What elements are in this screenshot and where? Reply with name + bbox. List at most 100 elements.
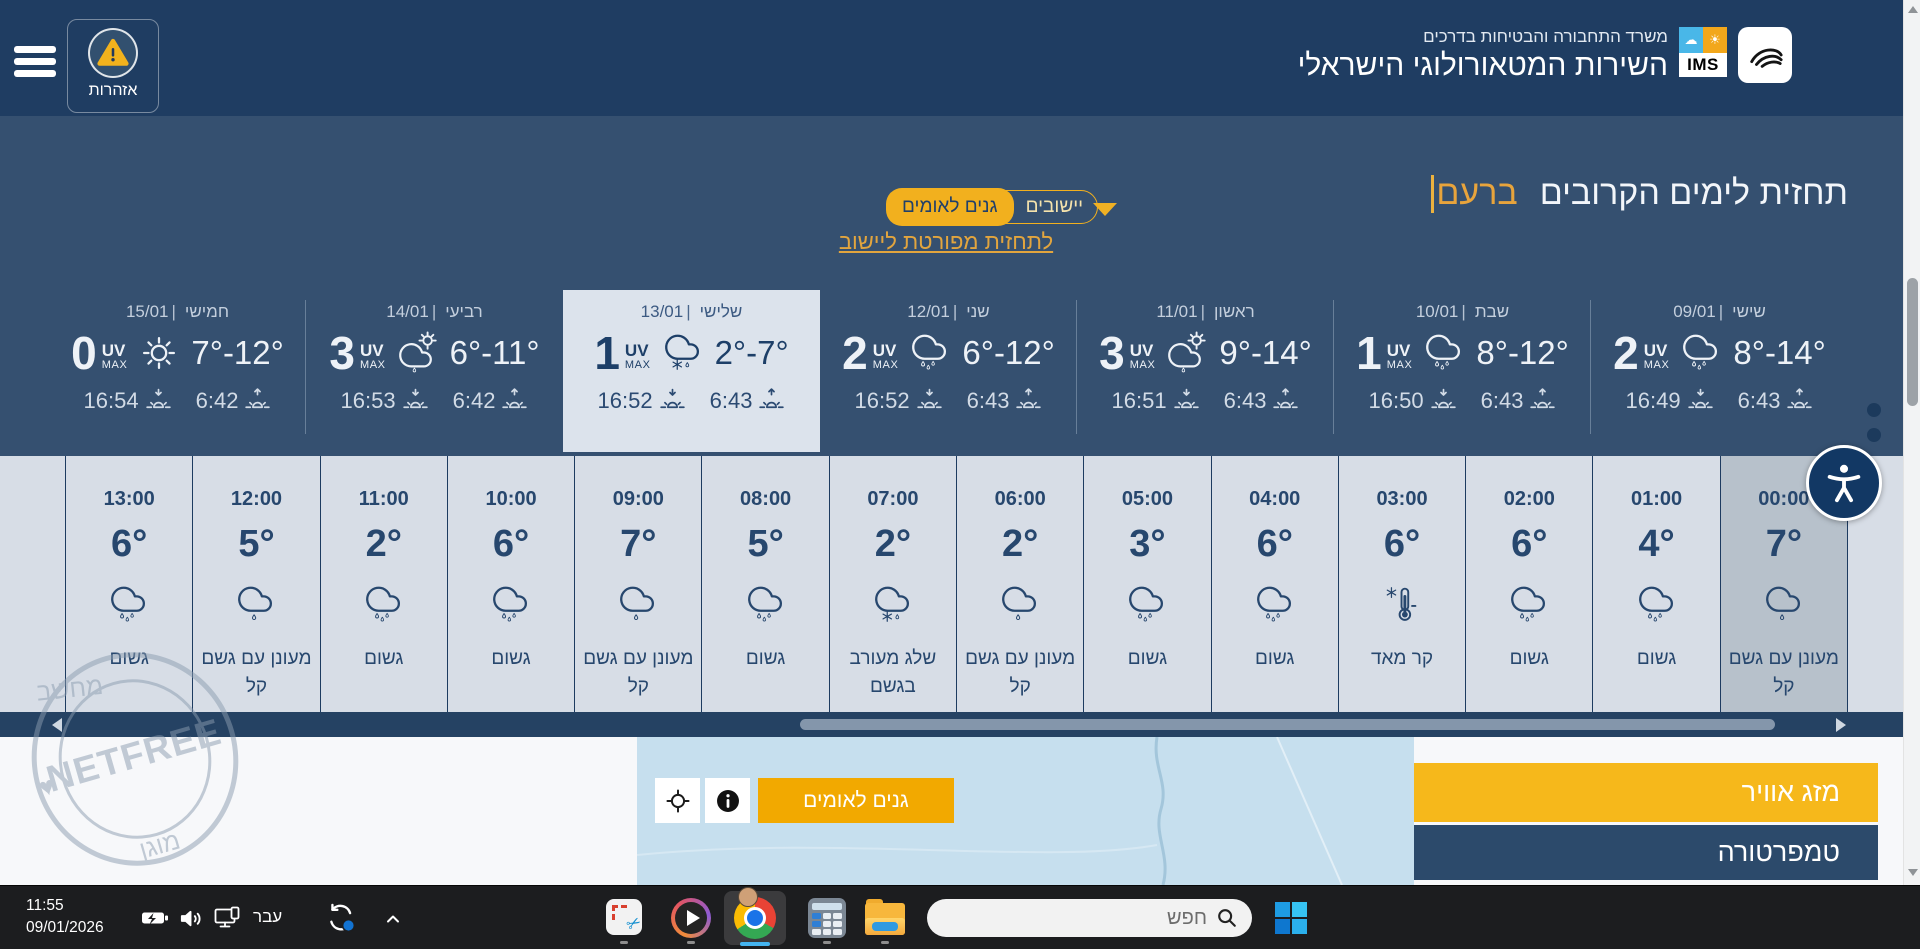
hour-time: 08:00 <box>702 488 828 511</box>
sunset-icon <box>145 387 172 414</box>
vertical-scrollbar <box>1903 0 1920 885</box>
page-title: תחזית לימים הקרובים <box>1540 174 1848 213</box>
day-card-main: 2UVMAX8°-14° <box>1591 330 1848 376</box>
hour-temperature: 6° <box>448 523 574 566</box>
uv-value: 2 <box>842 330 868 376</box>
battery-icon[interactable] <box>141 910 169 926</box>
cold-icon <box>1379 582 1425 628</box>
hour-column-06:00: 06:002°מעונן עם גשם קל <box>957 456 1084 712</box>
info-icon <box>715 788 741 814</box>
warnings-button[interactable]: אזהרות <box>67 19 159 113</box>
hour-time: 12:00 <box>193 488 319 511</box>
sunset-time: 16:52 <box>855 388 910 414</box>
day-card-header: 14/01|רביעי <box>306 302 563 322</box>
hour-column-07:00: 07:002°שלג מעורב בגשם <box>830 456 957 712</box>
day-card-header: 15/01|חמישי <box>49 302 306 322</box>
hour-description: קר מאד <box>1339 645 1465 673</box>
day-card-13/01[interactable]: 13/01|שלישי1UVMAX2°-7°16:526:43 <box>563 290 820 452</box>
sunset-icon <box>1173 387 1200 414</box>
file-explorer-icon[interactable] <box>865 903 905 935</box>
carousel-dot[interactable] <box>1867 403 1881 417</box>
separator: | <box>172 302 176 322</box>
hour-description: גשום <box>1466 645 1592 673</box>
info-button[interactable] <box>705 778 750 823</box>
day-card-11/01[interactable]: 11/01|ראשון3UVMAX9°-14°16:516:43 <box>1077 290 1334 452</box>
scroll-right-arrow[interactable] <box>1836 718 1846 732</box>
sunrise-icon <box>1015 387 1042 414</box>
toggle-parks-button[interactable]: גנים לאומים <box>886 188 1014 226</box>
accessibility-button[interactable] <box>1806 445 1882 521</box>
day-card-12/01[interactable]: 12/01|שני2UVMAX6°-12°16:526:43 <box>820 290 1077 452</box>
sun-times: 16:526:43 <box>820 387 1077 414</box>
sunset-time: 16:50 <box>1369 388 1424 414</box>
hour-column-02:00: 02:006°גשום <box>1466 456 1593 712</box>
sun-times: 16:516:43 <box>1077 387 1334 414</box>
location-search-input[interactable]: ברעם <box>1431 174 1517 213</box>
drizzle-icon <box>615 582 661 628</box>
hour-temperature: 6° <box>1339 523 1465 566</box>
forecast-section: תחזית לימים הקרובים ברעם יישובים גנים לא… <box>0 116 1903 456</box>
scroll-left-arrow[interactable] <box>52 718 62 732</box>
clock-date: 09/01/2026 <box>26 917 104 939</box>
day-card-header: 10/01|שבת <box>1334 302 1591 322</box>
vertical-scrollbar-thumb[interactable] <box>1907 278 1918 406</box>
carousel-dot[interactable] <box>1867 428 1881 442</box>
sync-icon[interactable] <box>326 903 356 933</box>
sunrise-time: 6:43 <box>1738 388 1781 414</box>
day-name: ראשון <box>1214 302 1255 322</box>
horizontal-scrollbar-thumb[interactable] <box>800 719 1775 730</box>
day-date: 13/01 <box>641 302 684 322</box>
transport-ministry-logo[interactable] <box>1738 27 1792 83</box>
taskbar-clock[interactable]: 11:55 09/01/2026 <box>26 895 104 938</box>
map-parks-button[interactable]: גנים לאומים <box>758 778 954 823</box>
day-card-10/01[interactable]: 10/01|שבת1UVMAX8°-12°16:506:43 <box>1334 290 1591 452</box>
sunrise-time: 6:43 <box>710 388 753 414</box>
weather-layer-tab[interactable]: מזג אוויר <box>1414 763 1878 822</box>
hour-column-05:00: 05:003°גשום <box>1084 456 1211 712</box>
media-player-icon[interactable] <box>671 898 711 938</box>
uv-value: 2 <box>1613 330 1639 376</box>
locate-button[interactable] <box>655 778 700 823</box>
sun-rain-icon <box>395 330 441 376</box>
snipping-tool-icon[interactable]: ✂ <box>606 899 642 935</box>
scroll-down-arrow[interactable] <box>1908 869 1918 876</box>
scroll-up-arrow[interactable] <box>1908 6 1918 13</box>
day-date: 10/01 <box>1416 302 1459 322</box>
day-card-main: 3UVMAX9°-14° <box>1077 330 1334 376</box>
hour-temperature: 6° <box>1212 523 1338 566</box>
hamburger-menu-icon[interactable] <box>14 46 56 82</box>
calculator-icon[interactable] <box>808 898 846 938</box>
volume-icon[interactable] <box>179 907 202 930</box>
search-icon <box>1216 907 1238 929</box>
hour-time: 11:00 <box>321 488 447 511</box>
hour-column-12:00: 12:005°מעונן עם גשם קל <box>193 456 320 712</box>
day-card-09/01[interactable]: 09/01|שישי2UVMAX8°-14°16:496:43 <box>1591 290 1848 452</box>
taskbar-search-input[interactable]: חפש <box>927 899 1252 937</box>
sunset-time: 16:53 <box>341 388 396 414</box>
hour-time: 06:00 <box>957 488 1083 511</box>
chrome-profile-avatar <box>738 887 758 907</box>
hour-column-03:00: 03:006°קר מאד <box>1339 456 1466 712</box>
windows-start-button[interactable] <box>1275 902 1307 934</box>
day-name: שבת <box>1475 302 1509 322</box>
temperature-layer-tab[interactable]: טמפרטורה <box>1414 825 1878 880</box>
sun-times: 16:546:42 <box>49 387 306 414</box>
chrome-taskbar-button[interactable] <box>724 891 786 945</box>
toggle-settlements-button[interactable]: יישובים <box>1012 196 1097 218</box>
detailed-forecast-link[interactable]: לתחזית מפורטת ליישוב <box>812 229 1080 255</box>
map-canvas[interactable]: גנים לאומים <box>637 737 1414 885</box>
show-hidden-icons-chevron[interactable] <box>383 909 403 929</box>
hour-time: 01:00 <box>1593 488 1719 511</box>
uv-value: 0 <box>71 330 97 376</box>
rain-icon <box>907 330 953 376</box>
language-indicator[interactable]: עבר <box>253 907 282 927</box>
day-card-14/01[interactable]: 14/01|רביעי3UVMAX6°-11°16:536:42 <box>306 290 563 452</box>
drizzle-icon <box>997 582 1043 628</box>
ims-sun-icon: ☀ <box>1703 27 1727 53</box>
day-card-15/01[interactable]: 15/01|חמישי0UVMAX7°-12°16:546:42 <box>49 290 306 452</box>
hour-time: 10:00 <box>448 488 574 511</box>
ims-logo[interactable]: ☁ ☀ IMS <box>1679 27 1727 83</box>
display-device-icon[interactable] <box>214 906 240 930</box>
carousel-dots <box>1867 403 1881 442</box>
rain-icon <box>361 582 407 628</box>
